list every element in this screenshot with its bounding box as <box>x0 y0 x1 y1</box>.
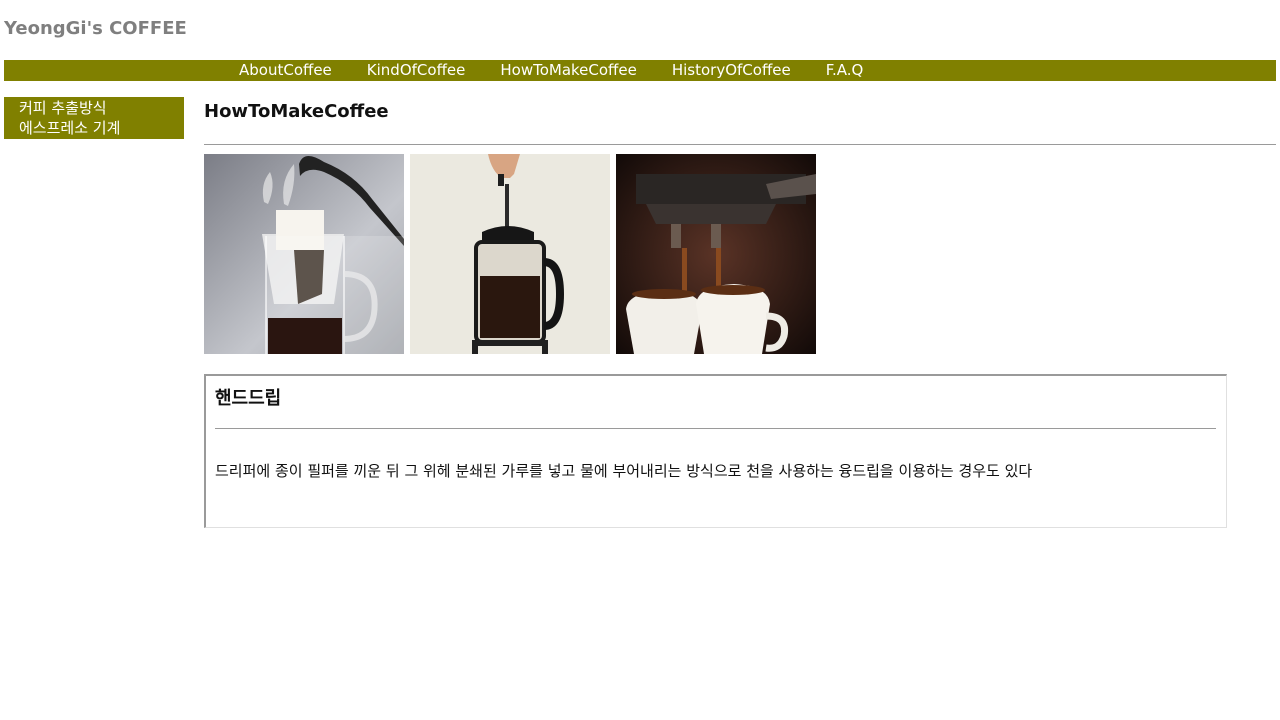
nav-item-how-to-make-coffee[interactable]: HowToMakeCoffee <box>500 60 636 81</box>
nav-item-about-coffee[interactable]: AboutCoffee <box>239 60 332 81</box>
article-divider <box>215 428 1216 429</box>
page-title: HowToMakeCoffee <box>204 101 389 122</box>
hand-drip-photo <box>204 154 404 354</box>
espresso-photo <box>616 154 816 354</box>
nav-item-faq[interactable]: F.A.Q <box>826 60 864 81</box>
sidebar-item-espresso-machine[interactable]: 에스프레소 기계 <box>19 118 184 138</box>
sidebar-item-extraction-methods[interactable]: 커피 추출방식 <box>19 98 184 118</box>
top-navigation: AboutCoffee KindOfCoffee HowToMakeCoffee… <box>4 60 1276 81</box>
nav-item-history-of-coffee[interactable]: HistoryOfCoffee <box>672 60 791 81</box>
nav-item-kind-of-coffee[interactable]: KindOfCoffee <box>367 60 466 81</box>
heading-divider <box>204 144 1276 145</box>
image-gallery <box>204 154 816 354</box>
french-press-photo <box>410 154 610 354</box>
article-title: 핸드드립 <box>215 388 282 409</box>
article-card: 핸드드립 드리퍼에 종이 필퍼를 끼운 뒤 그 위헤 분쇄된 가루를 넣고 물에… <box>204 374 1227 528</box>
side-navigation: 커피 추출방식 에스프레소 기계 <box>4 97 184 139</box>
site-title: YeongGi's COFFEE <box>4 18 187 39</box>
article-body: 드리퍼에 종이 필퍼를 끼운 뒤 그 위헤 분쇄된 가루를 넣고 물에 부어내리… <box>215 462 1033 480</box>
